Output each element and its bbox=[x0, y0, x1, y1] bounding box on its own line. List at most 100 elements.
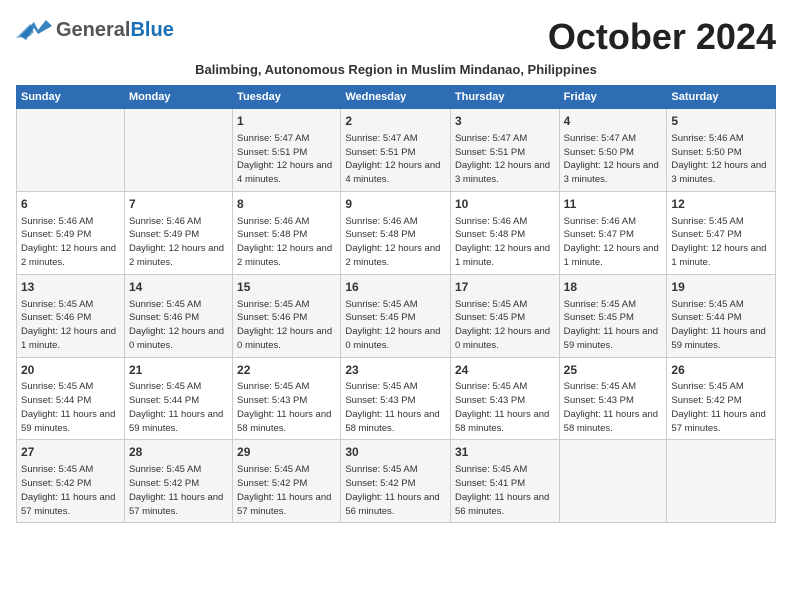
calendar-cell: 14 Sunrise: 5:45 AM Sunset: 5:46 PM Dayli… bbox=[124, 274, 232, 357]
calendar-cell: 6 Sunrise: 5:46 AM Sunset: 5:49 PM Daylig… bbox=[17, 191, 125, 274]
day-info: Sunrise: 5:46 AM Sunset: 5:49 PM Dayligh… bbox=[21, 215, 120, 270]
calendar-cell: 5Sunrise: 5:46 AM Sunset: 5:50 PM Daylig… bbox=[667, 109, 776, 192]
calendar-cell: 15 Sunrise: 5:45 AM Sunset: 5:46 PM Dayli… bbox=[233, 274, 341, 357]
day-number: 9 bbox=[345, 196, 446, 213]
calendar-cell: 9 Sunrise: 5:46 AM Sunset: 5:48 PM Daylig… bbox=[341, 191, 451, 274]
day-info: Sunrise: 5:45 AM Sunset: 5:46 PM Dayligh… bbox=[21, 298, 120, 353]
day-info: Sunrise: 5:45 AM Sunset: 5:45 PM Dayligh… bbox=[564, 298, 663, 353]
day-info: Sunrise: 5:46 AM Sunset: 5:47 PM Dayligh… bbox=[564, 215, 663, 270]
day-number: 1 bbox=[237, 113, 336, 130]
calendar-cell: 23Sunrise: 5:45 AM Sunset: 5:43 PM Dayli… bbox=[341, 357, 451, 440]
day-number: 27 bbox=[21, 444, 120, 461]
header-day-thursday: Thursday bbox=[450, 86, 559, 109]
logo-bird-icon bbox=[16, 16, 52, 44]
day-number: 10 bbox=[455, 196, 555, 213]
calendar-subtitle: Balimbing, Autonomous Region in Muslim M… bbox=[16, 62, 776, 77]
day-info: Sunrise: 5:47 AM Sunset: 5:51 PM Dayligh… bbox=[455, 132, 555, 187]
calendar-cell: 29 Sunrise: 5:45 AM Sunset: 5:42 PM Dayli… bbox=[233, 440, 341, 523]
day-number: 11 bbox=[564, 196, 663, 213]
calendar-cell: 19Sunrise: 5:45 AM Sunset: 5:44 PM Dayli… bbox=[667, 274, 776, 357]
calendar-cell: 20Sunrise: 5:45 AM Sunset: 5:44 PM Dayli… bbox=[17, 357, 125, 440]
day-number: 2 bbox=[345, 113, 446, 130]
day-info: Sunrise: 5:45 AM Sunset: 5:42 PM Dayligh… bbox=[671, 380, 771, 435]
day-number: 3 bbox=[455, 113, 555, 130]
calendar-body: 1 Sunrise: 5:47 AM Sunset: 5:51 PM Daylig… bbox=[17, 109, 776, 523]
week-row-3: 13Sunrise: 5:45 AM Sunset: 5:46 PM Dayli… bbox=[17, 274, 776, 357]
header-day-tuesday: Tuesday bbox=[233, 86, 341, 109]
day-info: Sunrise: 5:45 AM Sunset: 5:46 PM Dayligh… bbox=[129, 298, 228, 353]
day-number: 17 bbox=[455, 279, 555, 296]
calendar-cell: 27Sunrise: 5:45 AM Sunset: 5:42 PM Dayli… bbox=[17, 440, 125, 523]
day-info: Sunrise: 5:45 AM Sunset: 5:45 PM Dayligh… bbox=[345, 298, 446, 353]
day-number: 23 bbox=[345, 362, 446, 379]
day-info: Sunrise: 5:45 AM Sunset: 5:42 PM Dayligh… bbox=[237, 463, 336, 518]
calendar-cell: 3 Sunrise: 5:47 AM Sunset: 5:51 PM Daylig… bbox=[450, 109, 559, 192]
day-number: 25 bbox=[564, 362, 663, 379]
day-info: Sunrise: 5:46 AM Sunset: 5:48 PM Dayligh… bbox=[237, 215, 336, 270]
day-number: 5 bbox=[671, 113, 771, 130]
day-info: Sunrise: 5:45 AM Sunset: 5:42 PM Dayligh… bbox=[345, 463, 446, 518]
day-number: 31 bbox=[455, 444, 555, 461]
month-title: October 2024 bbox=[548, 16, 776, 58]
calendar-cell bbox=[17, 109, 125, 192]
day-info: Sunrise: 5:45 AM Sunset: 5:44 PM Dayligh… bbox=[21, 380, 120, 435]
day-number: 21 bbox=[129, 362, 228, 379]
day-number: 15 bbox=[237, 279, 336, 296]
calendar-cell: 18 Sunrise: 5:45 AM Sunset: 5:45 PM Dayli… bbox=[559, 274, 667, 357]
day-info: Sunrise: 5:45 AM Sunset: 5:43 PM Dayligh… bbox=[237, 380, 336, 435]
header-day-sunday: Sunday bbox=[17, 86, 125, 109]
day-number: 26 bbox=[671, 362, 771, 379]
calendar-cell: 7Sunrise: 5:46 AM Sunset: 5:49 PM Daylig… bbox=[124, 191, 232, 274]
header-day-friday: Friday bbox=[559, 86, 667, 109]
logo-blue-text: Blue bbox=[130, 19, 173, 41]
day-info: Sunrise: 5:45 AM Sunset: 5:43 PM Dayligh… bbox=[564, 380, 663, 435]
calendar-cell: 8Sunrise: 5:46 AM Sunset: 5:48 PM Daylig… bbox=[233, 191, 341, 274]
day-info: Sunrise: 5:45 AM Sunset: 5:44 PM Dayligh… bbox=[129, 380, 228, 435]
calendar-cell: 12Sunrise: 5:45 AM Sunset: 5:47 PM Dayli… bbox=[667, 191, 776, 274]
calendar-cell: 10Sunrise: 5:46 AM Sunset: 5:48 PM Dayli… bbox=[450, 191, 559, 274]
day-info: Sunrise: 5:45 AM Sunset: 5:43 PM Dayligh… bbox=[455, 380, 555, 435]
week-row-4: 20Sunrise: 5:45 AM Sunset: 5:44 PM Dayli… bbox=[17, 357, 776, 440]
calendar-cell: 24Sunrise: 5:45 AM Sunset: 5:43 PM Dayli… bbox=[450, 357, 559, 440]
calendar-cell: 1Sunrise: 5:47 AM Sunset: 5:51 PM Daylig… bbox=[233, 109, 341, 192]
day-number: 22 bbox=[237, 362, 336, 379]
calendar-cell bbox=[667, 440, 776, 523]
day-info: Sunrise: 5:45 AM Sunset: 5:41 PM Dayligh… bbox=[455, 463, 555, 518]
day-number: 12 bbox=[671, 196, 771, 213]
day-number: 24 bbox=[455, 362, 555, 379]
day-info: Sunrise: 5:45 AM Sunset: 5:46 PM Dayligh… bbox=[237, 298, 336, 353]
calendar-cell: 30 Sunrise: 5:45 AM Sunset: 5:42 PM Dayli… bbox=[341, 440, 451, 523]
calendar-cell: 21Sunrise: 5:45 AM Sunset: 5:44 PM Dayli… bbox=[124, 357, 232, 440]
header-row: SundayMondayTuesdayWednesdayThursdayFrid… bbox=[17, 86, 776, 109]
calendar-cell: 2 Sunrise: 5:47 AM Sunset: 5:51 PM Daylig… bbox=[341, 109, 451, 192]
calendar-cell: 22Sunrise: 5:45 AM Sunset: 5:43 PM Dayli… bbox=[233, 357, 341, 440]
day-number: 29 bbox=[237, 444, 336, 461]
logo-general-text: General bbox=[56, 19, 130, 41]
day-number: 16 bbox=[345, 279, 446, 296]
day-number: 30 bbox=[345, 444, 446, 461]
calendar-header: SundayMondayTuesdayWednesdayThursdayFrid… bbox=[17, 86, 776, 109]
day-number: 4 bbox=[564, 113, 663, 130]
calendar-cell bbox=[124, 109, 232, 192]
logo-text: GeneralBlue bbox=[56, 19, 174, 42]
day-number: 18 bbox=[564, 279, 663, 296]
day-number: 14 bbox=[129, 279, 228, 296]
header-day-saturday: Saturday bbox=[667, 86, 776, 109]
header-day-wednesday: Wednesday bbox=[341, 86, 451, 109]
week-row-1: 1 Sunrise: 5:47 AM Sunset: 5:51 PM Daylig… bbox=[17, 109, 776, 192]
day-info: Sunrise: 5:45 AM Sunset: 5:45 PM Dayligh… bbox=[455, 298, 555, 353]
day-number: 20 bbox=[21, 362, 120, 379]
day-info: Sunrise: 5:45 AM Sunset: 5:44 PM Dayligh… bbox=[671, 298, 771, 353]
calendar-cell: 16 Sunrise: 5:45 AM Sunset: 5:45 PM Dayli… bbox=[341, 274, 451, 357]
logo-area: GeneralBlue bbox=[16, 16, 174, 44]
calendar-cell: 17 Sunrise: 5:45 AM Sunset: 5:45 PM Dayli… bbox=[450, 274, 559, 357]
calendar-cell: 31 Sunrise: 5:45 AM Sunset: 5:41 PM Dayli… bbox=[450, 440, 559, 523]
day-info: Sunrise: 5:47 AM Sunset: 5:51 PM Dayligh… bbox=[345, 132, 446, 187]
day-info: Sunrise: 5:45 AM Sunset: 5:42 PM Dayligh… bbox=[129, 463, 228, 518]
header-day-monday: Monday bbox=[124, 86, 232, 109]
calendar-cell: 11 Sunrise: 5:46 AM Sunset: 5:47 PM Dayli… bbox=[559, 191, 667, 274]
calendar-cell: 25Sunrise: 5:45 AM Sunset: 5:43 PM Dayli… bbox=[559, 357, 667, 440]
day-number: 6 bbox=[21, 196, 120, 213]
calendar-cell: 13Sunrise: 5:45 AM Sunset: 5:46 PM Dayli… bbox=[17, 274, 125, 357]
day-info: Sunrise: 5:46 AM Sunset: 5:48 PM Dayligh… bbox=[345, 215, 446, 270]
